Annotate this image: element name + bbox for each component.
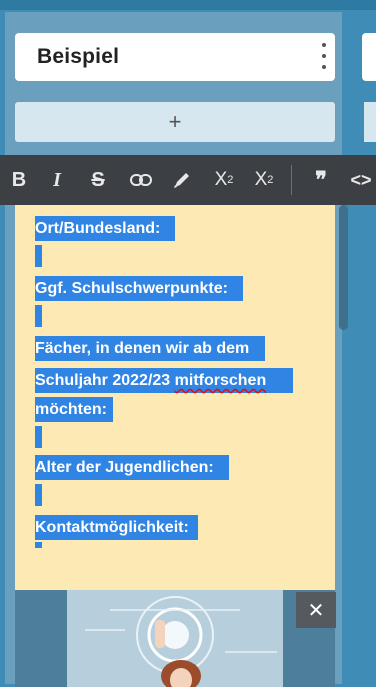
close-image-button[interactable]: ✕ (296, 592, 336, 628)
format-toolbar: B I S X2 X2 ❞ <> (0, 155, 376, 205)
text-line[interactable]: möchten: (35, 397, 113, 422)
column-menu-icon[interactable] (321, 43, 327, 69)
close-icon: ✕ (307, 599, 325, 622)
attachment-image[interactable] (15, 590, 335, 687)
text-line[interactable]: Alter der Jugendlichen: (35, 455, 229, 480)
pen-icon (174, 173, 189, 188)
blank-line (35, 245, 42, 267)
superscript-button[interactable]: X2 (208, 155, 240, 205)
bold-button[interactable]: B (8, 155, 30, 205)
scrollbar-thumb[interactable] (339, 205, 348, 330)
code-button[interactable]: <> (346, 155, 376, 205)
text-line[interactable]: Schuljahr 2022/23 mitforschen (35, 368, 293, 393)
text-line[interactable]: Fächer, in denen wir ab dem (35, 336, 265, 361)
highlight-button[interactable] (170, 155, 194, 205)
quote-button[interactable]: ❞ (310, 155, 332, 205)
blank-line (35, 305, 42, 327)
text-line[interactable]: Ggf. Schulschwerpunkte: (35, 276, 243, 301)
italic-button[interactable]: I (46, 155, 68, 205)
blank-line (35, 484, 42, 506)
add-post-button[interactable]: + (15, 102, 335, 142)
link-icon (130, 174, 152, 186)
strikethrough-button[interactable]: S (86, 155, 110, 205)
text-line[interactable]: Ort/Bundesland: (35, 216, 175, 241)
link-button[interactable] (128, 155, 154, 205)
business-woman-image (15, 590, 335, 687)
column-title[interactable]: Beispiel (37, 45, 119, 69)
column-title-card[interactable]: Beispiel (15, 33, 335, 81)
misspelled-word: mitforschen (174, 372, 267, 389)
next-column-title-card[interactable] (362, 33, 376, 81)
subscript-button[interactable]: X2 (248, 155, 280, 205)
top-band (0, 0, 376, 10)
blank-line (35, 542, 42, 548)
blank-line (35, 426, 42, 448)
plus-icon: + (168, 109, 182, 134)
text-segment: Schuljahr 2022/23 (35, 372, 171, 389)
text-line[interactable]: Kontaktmöglichkeit: (35, 515, 198, 540)
next-column-add-button[interactable] (364, 102, 376, 142)
toolbar-separator (291, 165, 292, 195)
